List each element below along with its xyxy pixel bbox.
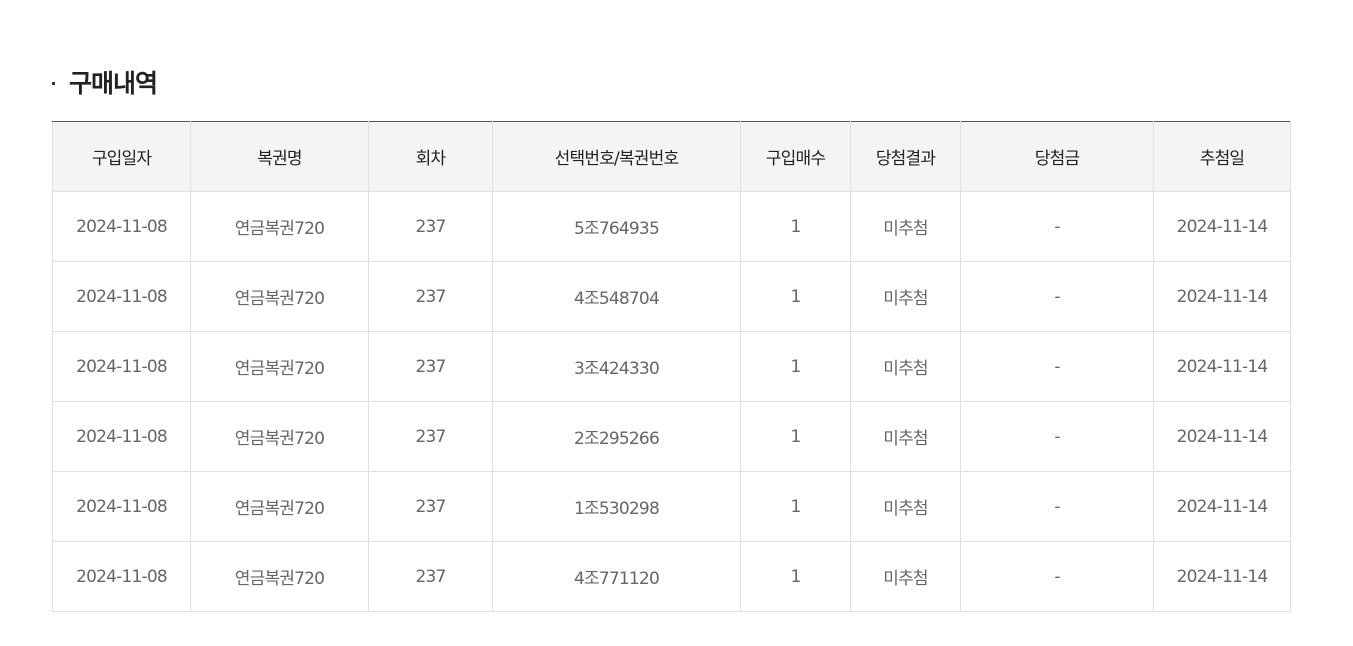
cell-purchase-date: 2024-11-08 xyxy=(52,471,191,542)
section-header: 구매내역 xyxy=(52,64,158,100)
cell-draw-date: 2024-11-14 xyxy=(1153,261,1291,332)
cell-prize: - xyxy=(960,261,1154,332)
cell-prize: - xyxy=(960,471,1154,542)
header-draw-date: 추첨일 xyxy=(1153,121,1291,192)
cell-draw-date: 2024-11-14 xyxy=(1153,331,1291,402)
table-row: 2024-11-08 연금복권720 237 4조771120 1 미추첨 - … xyxy=(52,541,1291,612)
header-row: 구입일자 복권명 회차 선택번호/복권번호 구입매수 당첨결과 당첨금 추첨일 xyxy=(52,121,1291,192)
cell-result: 미추첨 xyxy=(850,261,961,332)
table-row: 2024-11-08 연금복권720 237 2조295266 1 미추첨 - … xyxy=(52,401,1291,472)
cell-lottery-name: 연금복권720 xyxy=(190,261,369,332)
cell-quantity: 1 xyxy=(740,261,851,332)
cell-ticket-number: 4조771120 xyxy=(492,541,741,612)
cell-quantity: 1 xyxy=(740,471,851,542)
cell-ticket-number: 1조530298 xyxy=(492,471,741,542)
header-purchase-date: 구입일자 xyxy=(52,121,191,192)
table-body: 2024-11-08 연금복권720 237 5조764935 1 미추첨 - … xyxy=(52,191,1291,612)
cell-lottery-name: 연금복권720 xyxy=(190,471,369,542)
cell-result: 미추첨 xyxy=(850,331,961,402)
table-row: 2024-11-08 연금복권720 237 4조548704 1 미추첨 - … xyxy=(52,261,1291,332)
cell-quantity: 1 xyxy=(740,401,851,472)
purchase-history-table: 구입일자 복권명 회차 선택번호/복권번호 구입매수 당첨결과 당첨금 추첨일 … xyxy=(52,121,1291,612)
header-round: 회차 xyxy=(368,121,493,192)
cell-round: 237 xyxy=(368,191,493,262)
cell-result: 미추첨 xyxy=(850,541,961,612)
cell-prize: - xyxy=(960,191,1154,262)
table-row: 2024-11-08 연금복권720 237 1조530298 1 미추첨 - … xyxy=(52,471,1291,542)
cell-ticket-number: 2조295266 xyxy=(492,401,741,472)
cell-purchase-date: 2024-11-08 xyxy=(52,261,191,332)
cell-result: 미추첨 xyxy=(850,471,961,542)
cell-ticket-number: 5조764935 xyxy=(492,191,741,262)
cell-purchase-date: 2024-11-08 xyxy=(52,541,191,612)
cell-prize: - xyxy=(960,401,1154,472)
bullet-icon xyxy=(52,81,55,85)
cell-lottery-name: 연금복권720 xyxy=(190,331,369,402)
cell-round: 237 xyxy=(368,471,493,542)
cell-purchase-date: 2024-11-08 xyxy=(52,401,191,472)
header-ticket-number: 선택번호/복권번호 xyxy=(492,121,741,192)
header-quantity: 구입매수 xyxy=(740,121,851,192)
cell-round: 237 xyxy=(368,541,493,612)
header-prize: 당첨금 xyxy=(960,121,1154,192)
cell-quantity: 1 xyxy=(740,331,851,402)
cell-purchase-date: 2024-11-08 xyxy=(52,191,191,262)
cell-lottery-name: 연금복권720 xyxy=(190,541,369,612)
cell-result: 미추첨 xyxy=(850,191,961,262)
cell-round: 237 xyxy=(368,331,493,402)
table-row: 2024-11-08 연금복권720 237 5조764935 1 미추첨 - … xyxy=(52,191,1291,262)
cell-quantity: 1 xyxy=(740,191,851,262)
cell-draw-date: 2024-11-14 xyxy=(1153,541,1291,612)
table-header: 구입일자 복권명 회차 선택번호/복권번호 구입매수 당첨결과 당첨금 추첨일 xyxy=(52,121,1291,192)
cell-prize: - xyxy=(960,331,1154,402)
cell-ticket-number: 4조548704 xyxy=(492,261,741,332)
cell-round: 237 xyxy=(368,261,493,332)
cell-result: 미추첨 xyxy=(850,401,961,472)
table-row: 2024-11-08 연금복권720 237 3조424330 1 미추첨 - … xyxy=(52,331,1291,402)
cell-ticket-number: 3조424330 xyxy=(492,331,741,402)
section-title: 구매내역 xyxy=(69,69,158,98)
header-result: 당첨결과 xyxy=(850,121,961,192)
cell-quantity: 1 xyxy=(740,541,851,612)
cell-lottery-name: 연금복권720 xyxy=(190,401,369,472)
header-lottery-name: 복권명 xyxy=(190,121,369,192)
cell-purchase-date: 2024-11-08 xyxy=(52,331,191,402)
cell-prize: - xyxy=(960,541,1154,612)
cell-lottery-name: 연금복권720 xyxy=(190,191,369,262)
cell-draw-date: 2024-11-14 xyxy=(1153,401,1291,472)
cell-round: 237 xyxy=(368,401,493,472)
cell-draw-date: 2024-11-14 xyxy=(1153,471,1291,542)
cell-draw-date: 2024-11-14 xyxy=(1153,191,1291,262)
